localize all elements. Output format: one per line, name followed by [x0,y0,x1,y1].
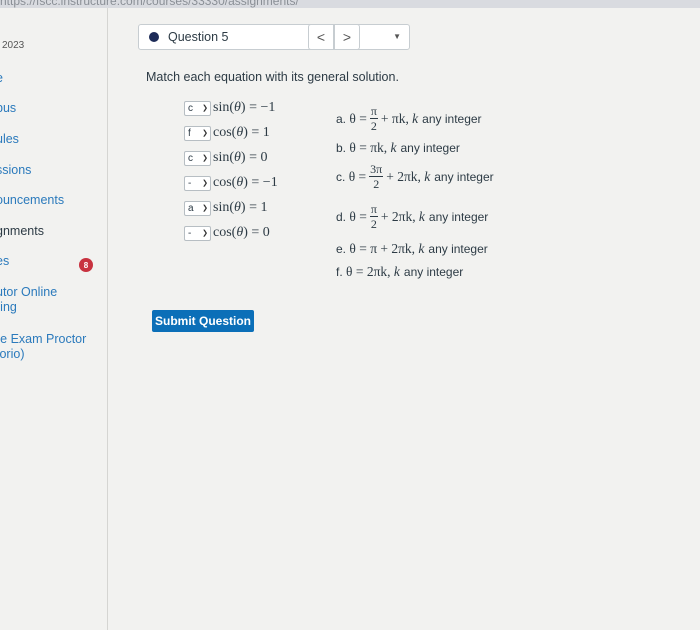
sidebar-item-home[interactable]: e [0,71,3,86]
dropdown-value: f [188,127,191,139]
sidebar-item-tutor-online[interactable]: utor Online [0,285,57,300]
next-question-button[interactable]: > [334,24,360,50]
solution-fraction: π2 [369,202,378,231]
dropdown-value: - [188,177,192,189]
course-sidebar: 2023 e bus ules ssions ouncements gnment… [0,8,107,630]
chevron-down-icon: ❯ [202,105,208,112]
answer-dropdown[interactable]: c ❯ [184,100,211,116]
question-selector[interactable]: Question 5 ▼ [138,24,410,50]
solution-text: any integer [403,265,464,279]
equation-text: cos(θ) = −1 [213,175,278,190]
sidebar-item-syllabus[interactable]: bus [0,101,16,116]
solution-letter: f. [336,265,343,279]
solution-lhs: θ = π + 2πk, [349,241,416,256]
question-status-dot [149,32,159,42]
equation-row: a ❯ sin(θ) = 1 [184,199,267,217]
quiz-main: Question 5 ▼ < > Match each equation wit… [108,8,700,630]
grades-count-badge: 8 [79,258,93,272]
equation-row: - ❯ cos(θ) = 0 [184,224,270,242]
solution-text: any integer [422,111,482,126]
equation-row: c ❯ sin(θ) = −1 [184,99,275,117]
solution-rest: + πk, [380,110,409,126]
chevron-right-icon: > [342,29,352,45]
dropdown-value: c [188,152,193,164]
submit-question-button[interactable]: Submit Question [152,310,254,332]
sidebar-item-assignments[interactable]: gnments [0,224,44,239]
chevron-down-icon: ❯ [202,155,208,162]
sidebar-item-exam-proctor[interactable]: re Exam Proctor [0,332,86,347]
equation-row: c ❯ sin(θ) = 0 [184,149,267,167]
equation-row: f ❯ cos(θ) = 1 [184,124,270,142]
chevron-down-icon: ❯ [202,205,208,212]
answer-dropdown[interactable]: a ❯ [184,200,211,216]
solution-item-a: a. θ = π2 + πk, k any integer [336,105,482,132]
sidebar-item-grades[interactable]: es [0,254,9,269]
solution-item-d: d. θ = π2 + 2πk, k any integer [336,203,488,230]
answer-dropdown[interactable]: - ❯ [184,225,211,241]
solution-lhs: θ = [349,110,367,126]
solution-rest: + 2πk, [386,168,421,184]
solution-item-b: b. θ = πk, k any integer [336,140,460,156]
solution-lhs: θ = [348,168,367,184]
solution-fraction: 3π 2 [369,162,384,191]
solution-fraction: π2 [369,104,378,133]
solution-text: any integer [428,242,488,256]
solution-item-c: c. θ = 3π 2 + 2πk, k any integer [336,163,494,190]
sidebar-item-modules[interactable]: ules [0,132,19,147]
chevron-down-icon: ❯ [202,130,208,137]
solution-var: k [393,264,400,279]
equation-text: sin(θ) = −1 [213,100,276,115]
chevron-left-icon: < [316,29,326,45]
dropdown-value: c [188,102,193,114]
sidebar-item-tutor-online-line2[interactable]: ring [0,300,17,315]
sidebar-item-exam-proctor-line2[interactable]: torio) [0,347,24,362]
solution-text: any integer [434,169,494,184]
dropdown-value: a [188,202,194,214]
url-text: https://fscc.instructure.com/courses/333… [0,0,299,8]
answer-dropdown[interactable]: - ❯ [184,175,211,191]
solution-rest: + 2πk, [380,208,416,224]
equation-row: - ❯ cos(θ) = −1 [184,174,278,192]
solution-var: k [418,208,425,224]
solution-lhs: θ = πk, [349,140,388,155]
solution-item-f: f. θ = 2πk, k any integer [336,264,463,280]
solution-letter: a. [336,111,347,126]
previous-question-button[interactable]: < [308,24,334,50]
question-prompt: Match each equation with its general sol… [146,70,399,84]
solution-var: k [412,110,419,126]
dropdown-value: - [188,227,192,239]
answer-dropdown[interactable]: c ❯ [184,150,211,166]
question-selector-label: Question 5 [168,30,229,44]
solution-letter: e. [336,242,347,256]
equation-text: cos(θ) = 0 [213,225,270,240]
solution-lhs: θ = [349,208,367,224]
equation-text: sin(θ) = 1 [213,200,268,215]
term-year: 2023 [2,40,25,51]
caret-down-icon: ▼ [393,32,401,41]
solution-var: k [390,140,397,155]
url-bar[interactable]: https://fscc.instructure.com/courses/333… [0,0,700,8]
solution-lhs: θ = 2πk, [346,264,391,279]
sidebar-item-discussions[interactable]: ssions [0,163,31,178]
solution-item-e: e. θ = π + 2πk, k any integer [336,241,488,257]
solution-letter: b. [336,141,347,155]
solution-var: k [418,241,425,256]
chevron-down-icon: ❯ [202,180,208,187]
chevron-down-icon: ❯ [202,230,208,237]
solution-letter: d. [336,209,347,224]
solution-text: any integer [400,141,460,155]
solution-var: k [424,168,431,184]
equation-text: sin(θ) = 0 [213,150,268,165]
solution-letter: c. [336,169,346,184]
equation-text: cos(θ) = 1 [213,125,270,140]
sidebar-item-announcements[interactable]: ouncements [0,193,64,208]
solution-text: any integer [428,209,489,224]
answer-dropdown[interactable]: f ❯ [184,125,211,141]
